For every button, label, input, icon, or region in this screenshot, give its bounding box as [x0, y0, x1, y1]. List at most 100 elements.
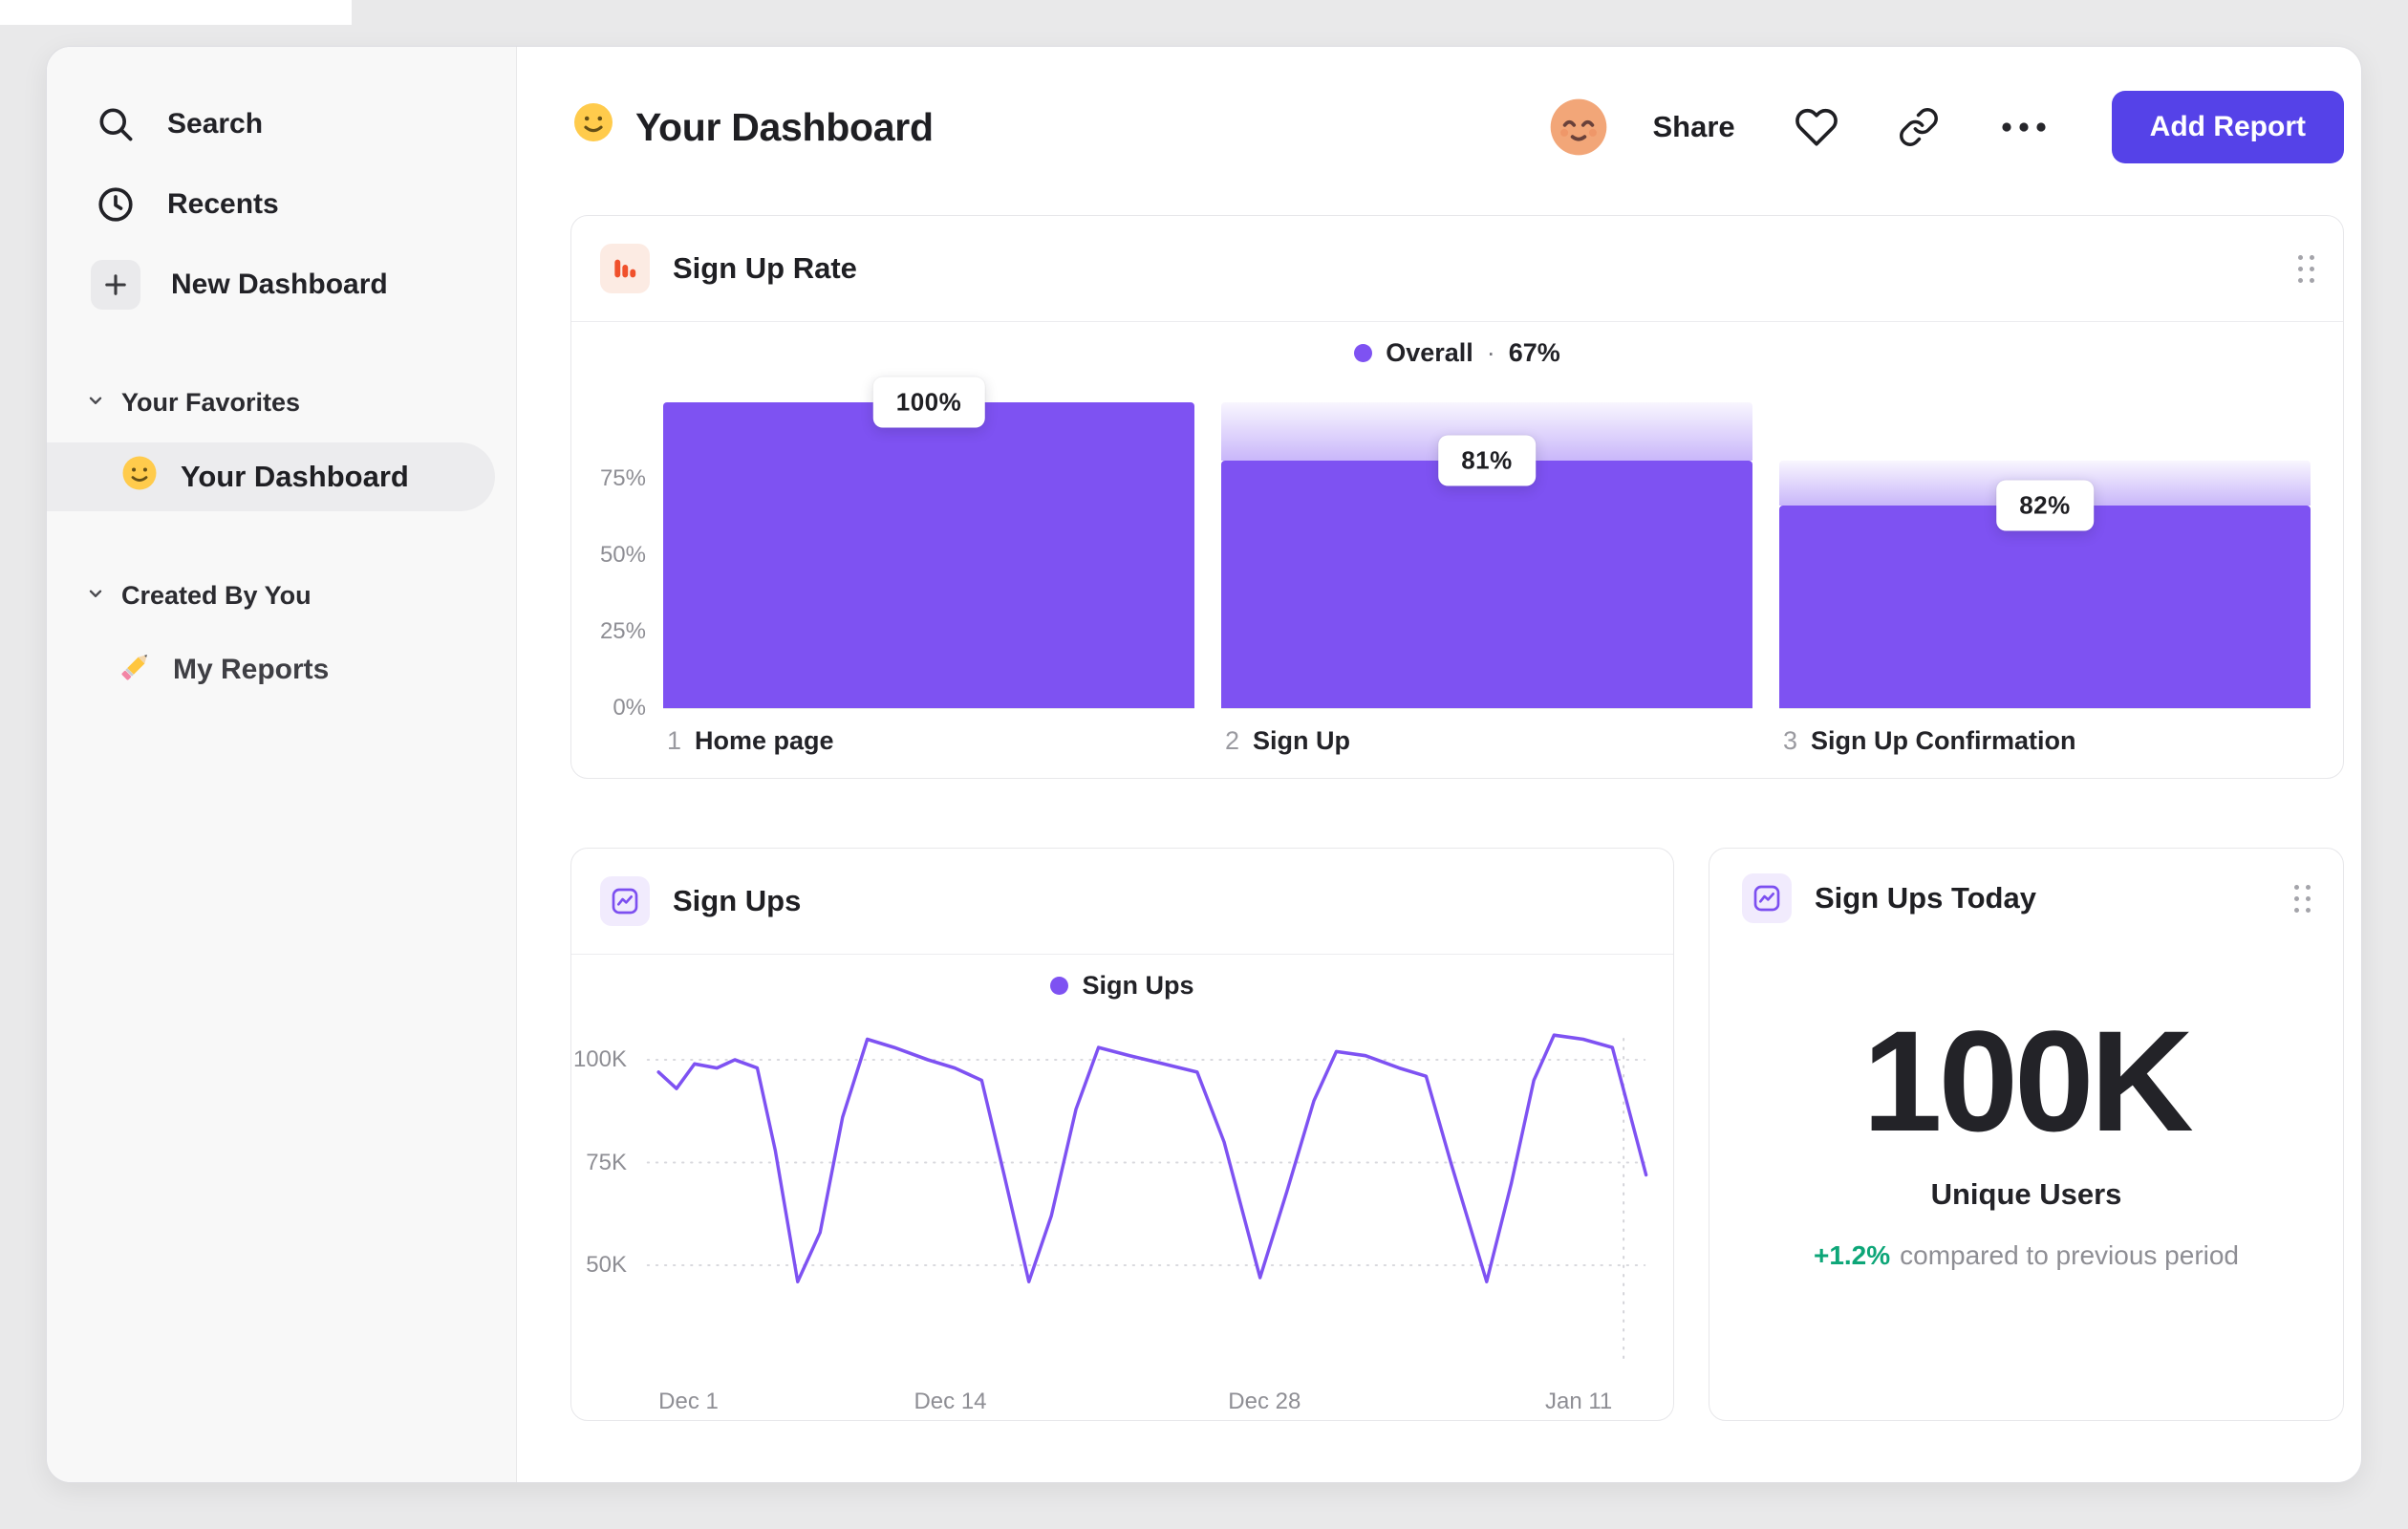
- window-artifact: [0, 0, 352, 25]
- funnel-bar-step-1[interactable]: 100%: [663, 377, 1194, 708]
- step-label: Home page: [695, 726, 834, 755]
- line-plot-area: [642, 1031, 1650, 1370]
- page-header: Your Dashboard Share Add Report: [570, 87, 2344, 167]
- clock-icon: [95, 183, 137, 226]
- search-icon: [95, 103, 137, 145]
- line-chart-svg: [646, 1033, 1648, 1367]
- add-report-button[interactable]: Add Report: [2111, 91, 2344, 163]
- card-header: Sign Ups: [571, 849, 1673, 954]
- sidebar-item-label: My Reports: [173, 654, 330, 685]
- line-x-tick: Dec 28: [1228, 1389, 1301, 1414]
- funnel-step-name: 3 Sign Up Confirmation: [1779, 708, 2311, 756]
- smiley-icon: [119, 453, 160, 501]
- section-created-by-you[interactable]: Created By You: [85, 574, 516, 616]
- section-title: Your Favorites: [121, 387, 301, 417]
- kpi-sublabel: Unique Users: [1930, 1177, 2122, 1211]
- line-chart: 100K 75K 50K Dec 1 Dec 14 Dec 28 Jan 11: [573, 1031, 1673, 1423]
- step-index: 2: [1225, 726, 1240, 755]
- sidebar-item-label: New Dashboard: [171, 269, 388, 300]
- section-title: Created By You: [121, 580, 312, 610]
- plus-icon: [91, 260, 140, 310]
- sign-ups-card: Sign Ups Sign Ups 100K 75K 50K Dec 1 Dec 14…: [570, 848, 1674, 1421]
- main-content: Your Dashboard Share Add Report Sign Up …: [517, 47, 2361, 1482]
- app-window: Search Recents New Dashboard Your Favori…: [46, 46, 2362, 1483]
- line-y-tick: 100K: [572, 1046, 627, 1072]
- sidebar-item-new-dashboard[interactable]: New Dashboard: [74, 251, 495, 318]
- line-legend: Sign Ups: [571, 955, 1673, 1016]
- card-title: Sign Ups Today: [1815, 881, 2036, 915]
- conversion-rate-label: 81%: [1438, 435, 1536, 486]
- step-label: Sign Up Confirmation: [1811, 726, 2076, 755]
- sidebar-item-your-dashboard[interactable]: Your Dashboard: [47, 442, 495, 511]
- sidebar-item-recents[interactable]: Recents: [74, 171, 495, 238]
- chevron-down-icon: [85, 388, 106, 418]
- step-index: 3: [1783, 726, 1798, 755]
- card-header: Sign Ups Today: [1742, 849, 2311, 923]
- funnel-step-name: 1 Home page: [663, 708, 1194, 756]
- funnel-area: 100% 81% 82% 1 Home page 2 Sign Up 3 Sign Up Co…: [663, 377, 2311, 756]
- chevron-down-icon: [85, 581, 106, 611]
- more-options-icon[interactable]: [1999, 119, 2049, 135]
- funnel-bar-step-2[interactable]: 81%: [1221, 402, 1752, 708]
- line-y-axis: 100K 75K 50K: [573, 1031, 631, 1370]
- drag-handle-icon[interactable]: [2294, 884, 2311, 913]
- funnel-bar-fill: [663, 402, 1194, 708]
- conversion-rate-label: 100%: [872, 377, 985, 428]
- kpi-delta-value: +1.2%: [1813, 1240, 1891, 1270]
- sidebar-item-label: Recents: [167, 188, 279, 220]
- sidebar-item-label: Search: [167, 108, 264, 140]
- section-your-favorites[interactable]: Your Favorites: [85, 381, 516, 423]
- page-title: Your Dashboard: [570, 99, 934, 155]
- funnel-y-tick: 50%: [599, 542, 646, 568]
- sidebar: Search Recents New Dashboard Your Favori…: [47, 47, 517, 1482]
- funnel-y-tick: 0%: [613, 695, 646, 721]
- sidebar-item-my-reports[interactable]: My Reports: [118, 643, 495, 697]
- line-x-tick: Dec 14: [914, 1389, 987, 1414]
- line-chart-icon: [600, 876, 650, 926]
- line-chart-icon: [1742, 873, 1792, 923]
- funnel-bar-fill: [1221, 461, 1752, 708]
- legend-value: 67%: [1508, 337, 1560, 367]
- avatar[interactable]: [1548, 97, 1609, 158]
- kpi-delta-row: +1.2% compared to previous period: [1742, 1240, 2311, 1271]
- funnel-chart: 75% 50% 25% 0% 100% 81% 82% 1 Home page 2 Sign U…: [599, 377, 2311, 756]
- header-actions: Share Add Report: [1548, 91, 2344, 163]
- legend-separator: ·: [1486, 337, 1495, 367]
- funnel-y-axis: 75% 50% 25% 0%: [599, 402, 663, 721]
- funnel-legend: Overall · 67%: [571, 322, 2343, 383]
- funnel-bar-fill: [1779, 506, 2311, 708]
- pencil-icon: [118, 648, 154, 692]
- legend-dot: [1050, 976, 1069, 995]
- favorite-heart-icon[interactable]: [1795, 105, 1838, 149]
- share-button[interactable]: Share: [1653, 110, 1735, 144]
- conversion-rate-label: 82%: [1996, 480, 2094, 531]
- line-y-tick: 75K: [586, 1149, 627, 1175]
- sidebar-item-label: Your Dashboard: [181, 460, 409, 493]
- line-x-tick: Dec 1: [658, 1389, 719, 1414]
- funnel-step-labels: 1 Home page 2 Sign Up 3 Sign Up Confirmation: [663, 708, 2311, 756]
- line-y-tick: 50K: [586, 1252, 627, 1278]
- line-x-axis: Dec 1 Dec 14 Dec 28 Jan 11: [642, 1383, 1650, 1417]
- bottom-row: Sign Ups Sign Ups 100K 75K 50K Dec 1 Dec 14…: [570, 848, 2344, 1421]
- sign-ups-today-card: Sign Ups Today 100K Unique Users +1.2% co…: [1709, 848, 2344, 1421]
- legend-label: Sign Ups: [1082, 970, 1194, 1000]
- funnel-step-name: 2 Sign Up: [1221, 708, 1752, 756]
- funnel-bar-step-3[interactable]: 82%: [1779, 402, 2311, 708]
- funnel-y-tick: 75%: [599, 465, 646, 491]
- smiley-icon: [570, 99, 616, 155]
- step-index: 1: [667, 726, 682, 755]
- card-header: Sign Up Rate: [571, 216, 2343, 321]
- line-x-tick: Jan 11: [1545, 1389, 1613, 1414]
- legend-dot: [1354, 343, 1373, 362]
- sidebar-item-search[interactable]: Search: [74, 91, 495, 158]
- step-label: Sign Up: [1253, 726, 1351, 755]
- kpi-value: 100K: [1862, 1001, 2194, 1161]
- legend-label: Overall: [1386, 337, 1473, 367]
- card-title: Sign Ups: [673, 884, 802, 917]
- copy-link-icon[interactable]: [1898, 106, 1940, 148]
- card-title: Sign Up Rate: [673, 251, 857, 285]
- page-title-text: Your Dashboard: [635, 104, 934, 149]
- drag-handle-icon[interactable]: [2298, 254, 2314, 283]
- kpi-delta-note: compared to previous period: [1900, 1240, 2240, 1270]
- funnel-bars: 100% 81% 82%: [663, 377, 2311, 708]
